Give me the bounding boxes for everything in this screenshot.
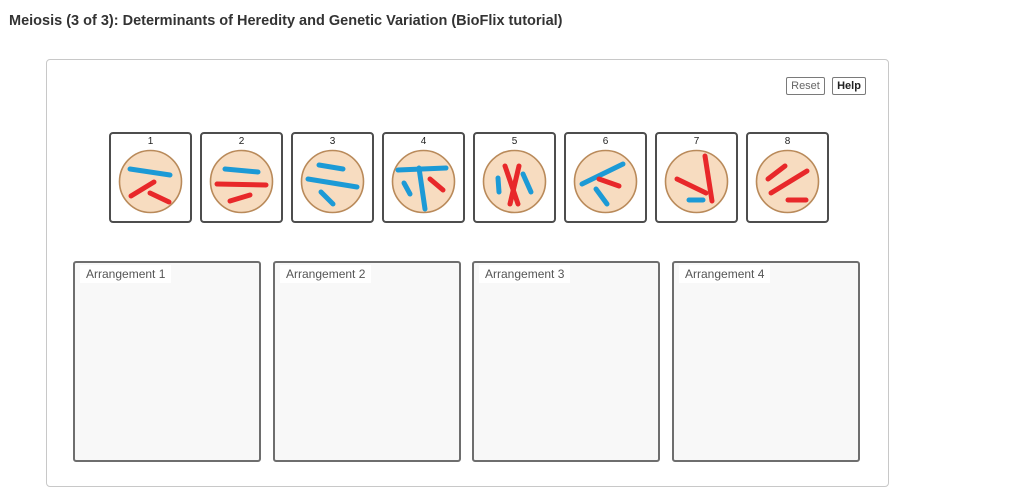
cell-tile-5[interactable]: 5: [473, 132, 556, 223]
activity-panel: Reset Help 1 2 3 4 5 6 7 8 Arrangement 1…: [46, 59, 889, 487]
cell-tile-1[interactable]: 1: [109, 132, 192, 223]
cell-3-icon: [300, 149, 365, 214]
cell-tile-8[interactable]: 8: [746, 132, 829, 223]
arrangement-label: Arrangement 2: [280, 265, 372, 283]
cell-4-icon: [391, 149, 456, 214]
arrangement-2-dropzone[interactable]: Arrangement 2: [273, 261, 461, 462]
help-button[interactable]: Help: [832, 77, 866, 95]
arrangement-3-dropzone[interactable]: Arrangement 3: [472, 261, 660, 462]
page-title: Meiosis (3 of 3): Determinants of Heredi…: [9, 13, 563, 29]
cell-tile-2[interactable]: 2: [200, 132, 283, 223]
arrangement-label: Arrangement 4: [679, 265, 771, 283]
cell-6-icon: [573, 149, 638, 214]
cell-8-icon: [755, 149, 820, 214]
arrangement-label: Arrangement 3: [479, 265, 571, 283]
cell-7-icon: [664, 149, 729, 214]
arrangement-1-dropzone[interactable]: Arrangement 1: [73, 261, 261, 462]
cell-1-icon: [118, 149, 183, 214]
cell-tile-6[interactable]: 6: [564, 132, 647, 223]
arrangement-label: Arrangement 1: [80, 265, 172, 283]
cell-tile-3[interactable]: 3: [291, 132, 374, 223]
cell-5-icon: [482, 149, 547, 214]
arrangement-4-dropzone[interactable]: Arrangement 4: [672, 261, 860, 462]
cell-2-icon: [209, 149, 274, 214]
cell-tile-7[interactable]: 7: [655, 132, 738, 223]
reset-button[interactable]: Reset: [786, 77, 825, 95]
cell-tile-4[interactable]: 4: [382, 132, 465, 223]
